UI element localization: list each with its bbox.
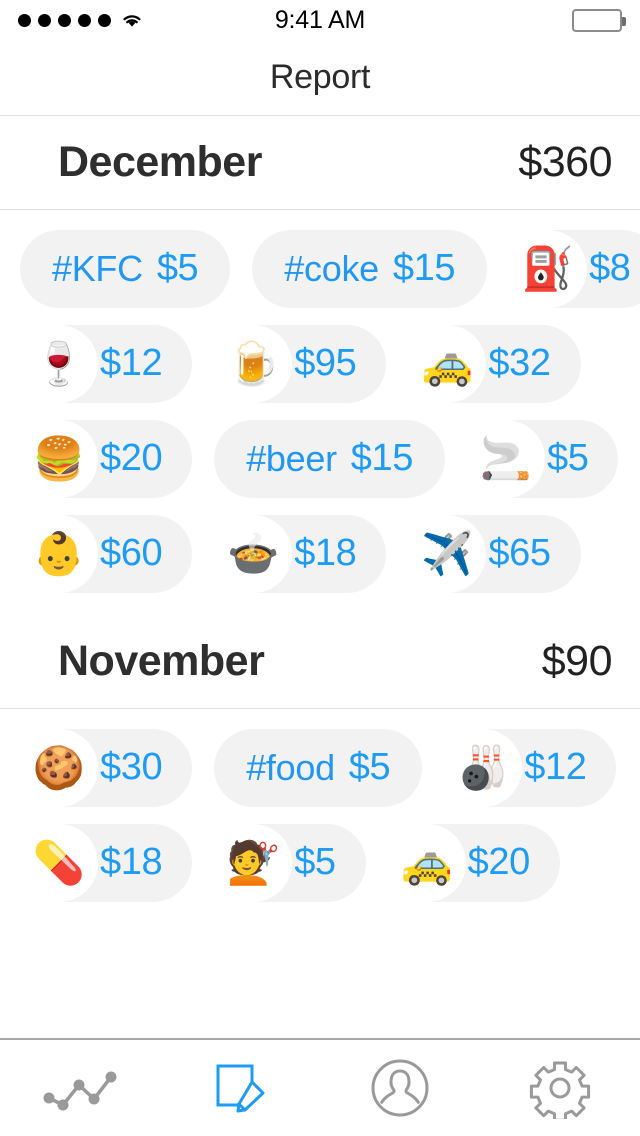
expense-tag-label: #beer	[246, 437, 337, 479]
expense-pill[interactable]: 🚬 $5	[466, 419, 619, 498]
haircut-emoji: 💇	[214, 823, 293, 902]
cigarette-emoji: 🚬	[466, 419, 545, 498]
expense-amount: $5	[546, 437, 589, 479]
tab-profile[interactable]	[320, 1040, 480, 1136]
tab-chart[interactable]	[0, 1040, 160, 1136]
taxi-emoji: 🚕	[387, 823, 466, 902]
expense-amount: $60	[100, 532, 163, 574]
taxi-emoji: 🚕	[408, 324, 487, 403]
status-bar-clock: 9:41 AM	[274, 6, 366, 34]
expense-amount: $5	[294, 841, 336, 883]
expense-pill[interactable]: #KFC $5	[20, 229, 231, 308]
battery-nub	[622, 16, 626, 26]
cookie-emoji: 🍪	[20, 728, 98, 807]
expense-pill[interactable]: 🍔 $20	[20, 419, 193, 498]
expense-amount: $12	[100, 342, 163, 384]
expense-amount: $5	[156, 247, 199, 289]
expense-amount: $5	[348, 746, 391, 788]
report-list[interactable]: December $360 #KFC $5 #coke $15 ⛽ $8 🍷 $12 🍺 $95 🚕 $3…	[0, 116, 640, 1038]
status-bar: 9:41 AM	[0, 0, 640, 40]
expense-amount: $32	[488, 342, 551, 384]
expense-amount: $18	[294, 532, 357, 574]
expense-amount: $65	[488, 532, 551, 574]
person-icon	[369, 1057, 431, 1119]
expense-pill[interactable]: 🚕 $32	[408, 324, 581, 403]
tag-row: 🍪 $30 #food $5 🎳 $12	[0, 720, 640, 815]
expense-pill[interactable]: 🍲 $18	[214, 514, 387, 593]
expense-tag-label: #KFC	[52, 247, 143, 289]
expense-pill[interactable]: 💊 $18	[20, 823, 193, 902]
bowling-emoji: 🎳	[444, 728, 523, 807]
tag-row: 🍔 $20 #beer $15 🚬 $5	[0, 411, 640, 506]
expense-pill[interactable]: 🍪 $30	[20, 728, 193, 807]
beer-mug-emoji: 🍺	[214, 324, 293, 403]
month-total: $90	[541, 637, 613, 685]
month-header: November $90	[0, 615, 640, 709]
month-name: November	[58, 637, 265, 685]
tag-row: 🍷 $12 🍺 $95 🚕 $32	[0, 316, 640, 411]
expense-amount: $20	[100, 437, 163, 479]
tag-row: 👶 $60 🍲 $18 ✈️ $65	[0, 506, 640, 601]
app-root: 9:41 AM Report December $360 #KFC $5 #coke $1…	[0, 0, 640, 1136]
battery-icon	[572, 8, 626, 32]
expense-pill[interactable]: 👶 $60	[20, 514, 193, 593]
hamburger-emoji: 🍔	[20, 419, 98, 498]
expense-pill[interactable]: ⛽ $8	[509, 229, 640, 308]
gear-icon	[529, 1057, 591, 1119]
expense-amount: $15	[392, 247, 456, 289]
baby-emoji: 👶	[20, 514, 98, 593]
note-pencil-icon	[208, 1058, 272, 1118]
expense-amount: $15	[350, 437, 414, 479]
expense-amount: $8	[589, 247, 631, 289]
expense-pill[interactable]: 🍷 $12	[20, 324, 193, 403]
expense-tag-label: #coke	[284, 247, 379, 289]
navigation-bar: Report	[0, 40, 640, 116]
expense-amount: $95	[294, 342, 357, 384]
expense-tag-label: #food	[246, 746, 335, 788]
expense-amount: $20	[467, 841, 531, 883]
tag-rows: 🍪 $30 #food $5 🎳 $12 💊 $18 💇 $5 🚕 $20	[0, 709, 640, 924]
expense-pill[interactable]: #beer $15	[214, 419, 445, 498]
line-chart-icon	[41, 1063, 119, 1113]
month-total: $360	[518, 138, 612, 186]
expense-pill[interactable]: 🚕 $20	[387, 823, 560, 902]
tab-bar	[0, 1038, 640, 1136]
status-bar-right	[572, 8, 626, 32]
tag-row: #KFC $5 #coke $15 ⛽ $8	[0, 221, 640, 316]
fuel-pump-emoji: ⛽	[509, 229, 588, 308]
tag-row: 💊 $18 💇 $5 🚕 $20	[0, 815, 640, 910]
airplane-emoji: ✈️	[408, 514, 487, 593]
expense-amount: $30	[100, 746, 163, 788]
pill-emoji: 💊	[20, 823, 98, 902]
tab-settings[interactable]	[480, 1040, 640, 1136]
wine-glass-emoji: 🍷	[20, 324, 98, 403]
pot-of-food-emoji: 🍲	[214, 514, 293, 593]
page-title: Report	[269, 58, 371, 96]
expense-pill[interactable]: #food $5	[214, 728, 423, 807]
expense-pill[interactable]: 🍺 $95	[214, 324, 387, 403]
expense-pill[interactable]: #coke $15	[252, 229, 488, 308]
tag-rows: #KFC $5 #coke $15 ⛽ $8 🍷 $12 🍺 $95 🚕 $32 🍔 $20 #beer $1…	[0, 210, 640, 615]
expense-pill[interactable]: ✈️ $65	[408, 514, 581, 593]
expense-pill[interactable]: 🎳 $12	[444, 728, 617, 807]
tab-notes[interactable]	[160, 1040, 320, 1136]
expense-amount: $18	[100, 841, 163, 883]
expense-pill[interactable]: 💇 $5	[214, 823, 366, 902]
month-header: December $360	[0, 116, 640, 210]
expense-amount: $12	[524, 746, 587, 788]
month-name: December	[58, 138, 262, 186]
